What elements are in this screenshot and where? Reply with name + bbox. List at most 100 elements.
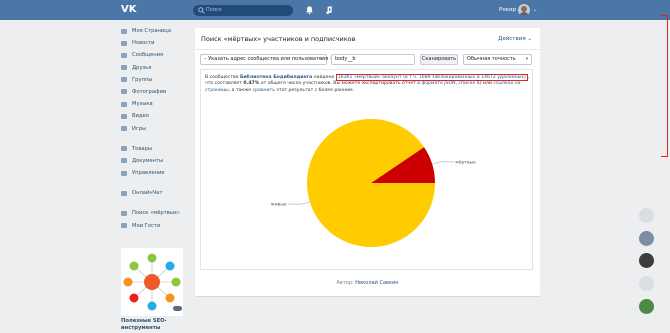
news-icon bbox=[121, 40, 127, 46]
sidebar-item[interactable]: Документы bbox=[121, 155, 189, 167]
app-icon bbox=[121, 223, 127, 229]
sidebar-item[interactable]: ОнлайнЧат bbox=[121, 187, 189, 199]
rail-avatar[interactable] bbox=[639, 253, 654, 268]
source-input-value: body__b bbox=[335, 56, 356, 62]
summary-text: от общего числа участников. Вы можете эк… bbox=[259, 81, 418, 87]
sidebar-item-label: Моя Страница bbox=[132, 28, 172, 34]
groups-icon bbox=[121, 77, 127, 83]
games-icon bbox=[121, 126, 127, 131]
sidebar-item-label: Видео bbox=[132, 113, 149, 120]
rail-highlight bbox=[661, 15, 668, 157]
chevron-down-icon: ▾ bbox=[525, 57, 528, 62]
source-select[interactable]: – Указать адрес сообщества или пользоват… bbox=[200, 54, 332, 65]
sidebar-item-label: Поиск «мёртвых» bbox=[132, 210, 181, 217]
pie-leader-line bbox=[432, 161, 454, 165]
search-icon bbox=[198, 7, 205, 14]
page-title: Поиск «мёртвых» участников и подписчиков bbox=[201, 35, 356, 43]
author-prefix: Автор: bbox=[336, 280, 356, 286]
vk-logo[interactable]: VK bbox=[121, 4, 137, 16]
pie-slice-label: мёртвые bbox=[455, 159, 476, 165]
sidebar-item-label: Музыка bbox=[132, 101, 153, 108]
summary-text: , а также bbox=[228, 87, 253, 93]
sidebar-item[interactable]: Музыка bbox=[121, 98, 189, 110]
compare-link[interactable]: сравнить bbox=[253, 88, 275, 93]
sidebar-item[interactable]: Новости bbox=[121, 37, 189, 49]
sidebar-item[interactable]: Мои Гости bbox=[121, 220, 189, 232]
seo-tools-illustration bbox=[121, 248, 183, 316]
summary-text: этот результат с более ранним. bbox=[274, 87, 355, 93]
source-input[interactable]: body__b bbox=[331, 54, 415, 65]
chevron-down-icon: ▾ bbox=[320, 57, 323, 62]
card-header: Поиск «мёртвых» участников и подписчиков… bbox=[195, 28, 540, 50]
precision-select[interactable]: Обычная точность ▾ bbox=[463, 54, 532, 65]
actions-menu[interactable]: Действия ⌄ bbox=[498, 35, 532, 43]
rail-avatar[interactable] bbox=[639, 276, 654, 291]
app-icon bbox=[121, 210, 127, 216]
sidebar-item-label: Товары bbox=[132, 145, 152, 152]
sidebar-item-label: Документы bbox=[132, 157, 164, 164]
author-link[interactable]: Николай Савкин bbox=[355, 280, 398, 286]
export-ids-link[interactable]: списке ID bbox=[459, 81, 482, 86]
pie-chart: мёртвые живые bbox=[261, 98, 481, 268]
sidebar-item[interactable]: Игры bbox=[121, 123, 189, 135]
summary-text: или bbox=[481, 81, 494, 87]
search-input[interactable]: Поиск bbox=[193, 5, 293, 16]
scan-button[interactable]: Сканировать bbox=[420, 54, 458, 65]
chevron-down-icon[interactable]: ⌄ bbox=[533, 7, 537, 13]
sidebar-item[interactable]: Видео bbox=[121, 110, 189, 122]
promo-image[interactable] bbox=[121, 248, 183, 316]
sidebar-item[interactable]: Фотографии bbox=[121, 86, 189, 98]
sidebar-item-label: Игры bbox=[132, 125, 146, 132]
card-footer: Автор: Николай Савкин bbox=[195, 280, 540, 286]
sidebar-divider bbox=[121, 135, 189, 143]
user-name[interactable]: Рокир bbox=[499, 6, 516, 14]
music-icon[interactable] bbox=[324, 5, 333, 15]
main-card: Поиск «мёртвых» участников и подписчиков… bbox=[195, 28, 540, 296]
sidebar-item[interactable]: Группы bbox=[121, 74, 189, 86]
pie-leader-line bbox=[288, 201, 310, 205]
sidebar-item-label: ОнлайнЧат bbox=[132, 190, 163, 197]
sidebar-item-label: Мои Гости bbox=[132, 222, 161, 229]
export-json-link[interactable]: в формате JSON bbox=[417, 81, 455, 86]
rail-avatar[interactable] bbox=[639, 299, 654, 314]
sidebar-divider bbox=[121, 199, 189, 207]
documents-icon bbox=[121, 158, 127, 164]
sidebar-item[interactable]: Поиск «мёртвых» bbox=[121, 207, 189, 219]
source-select-label: – Указать адрес сообщества или пользоват… bbox=[204, 56, 333, 62]
sidebar-item[interactable]: Товары bbox=[121, 143, 189, 155]
music-icon bbox=[121, 101, 127, 107]
avatar-body bbox=[519, 12, 529, 16]
pie-slice-label: живые bbox=[271, 203, 287, 208]
sidebar-item-label: Фотографии bbox=[132, 88, 167, 95]
pie-chart-svg: мёртвые живые bbox=[271, 118, 476, 247]
goods-icon bbox=[121, 146, 127, 152]
sidebar-divider bbox=[121, 179, 189, 187]
pie-slice[interactable] bbox=[307, 118, 435, 247]
chat-icon bbox=[121, 190, 127, 196]
sidebar-item-label: Управление bbox=[132, 170, 165, 177]
sidebar-item-label: Друзья bbox=[132, 64, 152, 71]
rail-avatar[interactable] bbox=[639, 231, 654, 246]
photos-icon bbox=[121, 89, 127, 95]
bell-icon[interactable] bbox=[305, 5, 314, 15]
result-summary: В сообществе Библиотека Бодибилдинга най… bbox=[205, 74, 530, 94]
controls-row: – Указать адрес сообщества или пользоват… bbox=[195, 54, 540, 66]
results-panel: В сообществе Библиотека Бодибилдинга най… bbox=[200, 69, 533, 270]
messages-icon bbox=[121, 52, 127, 58]
rail-avatar[interactable] bbox=[639, 208, 654, 223]
sidebar-item[interactable]: Управление bbox=[121, 167, 189, 179]
promo-title[interactable]: Полезные SEO-инструменты bbox=[121, 318, 187, 331]
friends-icon bbox=[121, 65, 127, 71]
sidebar-item[interactable]: Моя Страница bbox=[121, 25, 189, 37]
community-link[interactable]: Библиотека Бодибилдинга bbox=[240, 75, 312, 80]
summary-text: В сообществе bbox=[205, 75, 240, 80]
home-icon bbox=[121, 28, 127, 34]
sidebar-item[interactable]: Сообщения bbox=[121, 49, 189, 61]
video-icon bbox=[121, 113, 127, 119]
summary-text: найдено bbox=[312, 75, 336, 80]
avatar[interactable] bbox=[518, 4, 530, 16]
manage-icon bbox=[121, 170, 127, 176]
search-placeholder: Поиск bbox=[206, 7, 222, 13]
dead-percent: 0.47% bbox=[243, 81, 260, 87]
sidebar-item[interactable]: Друзья bbox=[121, 62, 189, 74]
